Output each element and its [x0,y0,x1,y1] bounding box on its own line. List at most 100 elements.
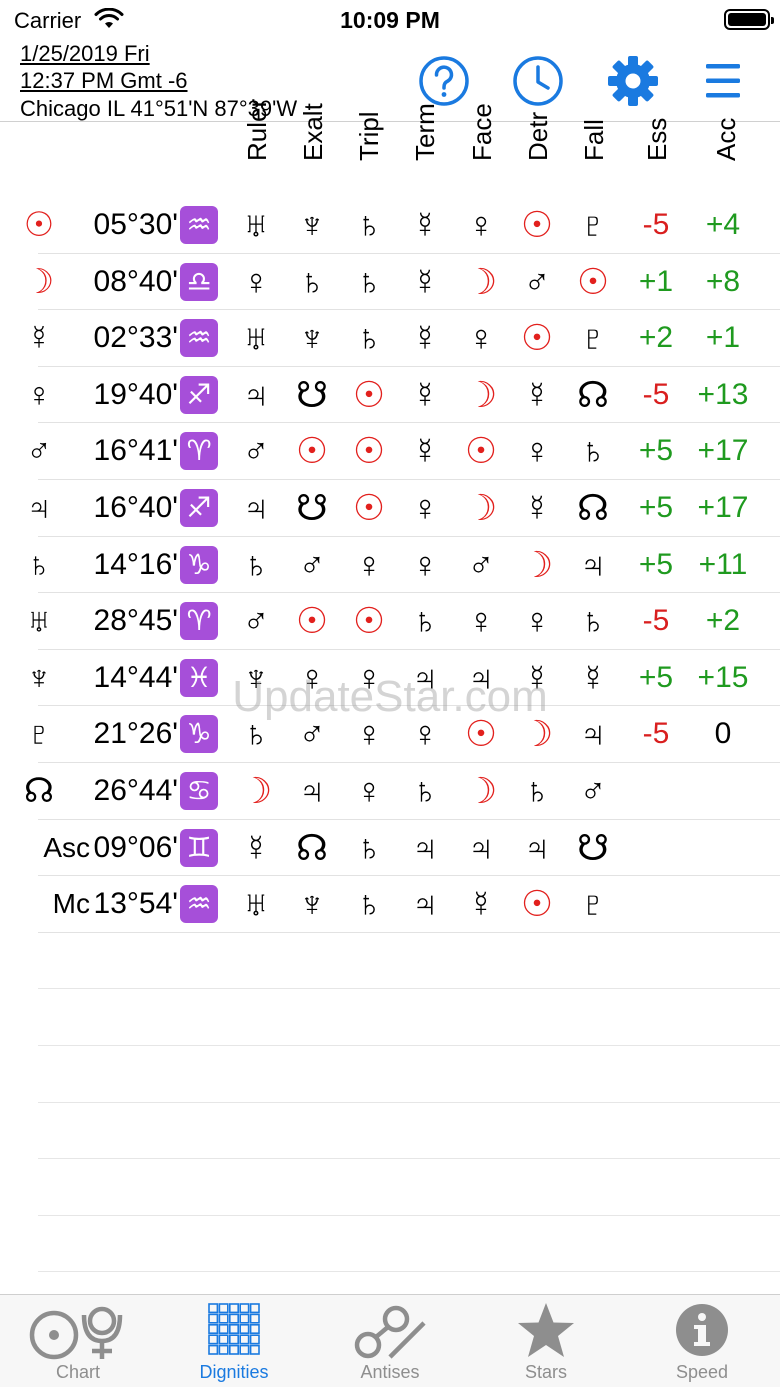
degree-value: 13°54' [93,887,178,921]
dignity-glyph-detr: ♀ [523,600,551,642]
dignity-glyph-face: ♀ [467,317,495,359]
dignity-glyph-fall: ♇ [579,204,607,245]
planet-glyph: ☿ [26,319,52,358]
clock-button[interactable] [511,54,565,108]
table-row[interactable]: ♇ 21°26' ♑ ♄ ♂ ♀ ♀ ☉ ☽ ♃ -5 0 [26,706,780,763]
dignity-glyph-term: ☿ [411,373,439,415]
tab-dignities[interactable]: Dignities [156,1295,312,1387]
degree-value: 05°30' [93,208,178,241]
table-row[interactable]: ☽ 08°40' ♎ ♀ ♄ ♄ ☿ ☽ ♂ ☉ +1 +8 [24,254,780,311]
table-row[interactable]: ☿ 02°33' ♒ ♅ ♆ ♄ ☿ ♀ ☉ ♇ +2 +1 [26,310,780,367]
empty-row [38,1216,780,1273]
table-row[interactable]: ☊ 26°44' ♋ ☽ ♃ ♀ ♄ ☽ ♄ ♂ [24,763,780,820]
dignity-glyph-detr: ♂ [523,260,551,302]
table-row[interactable]: ♄ 14°16' ♑ ♄ ♂ ♀ ♀ ♂ ☽ ♃ +5 +11 [26,537,780,594]
dignity-glyph-exalt: ♆ [298,883,326,925]
dignity-glyph-ruler: ♅ [242,883,270,925]
empty-row [38,989,780,1046]
dignity-glyph-ruler: ☽ [239,769,273,811]
dignity-glyph-face: ♀ [467,600,495,642]
dignity-glyph-fall: ♇ [579,317,607,359]
help-button[interactable] [417,54,471,108]
tab-chart[interactable]: Chart [0,1295,156,1387]
dignity-glyph-exalt: ♀ [298,656,326,698]
tab-stars[interactable]: Stars [468,1295,624,1387]
dignity-glyph-term: ♀ [411,543,439,585]
accidental-score: +8 [705,264,741,298]
dignity-glyph-fall: ♃ [579,543,607,585]
essential-score [623,876,689,932]
col-header-ruler: Ruler [242,98,272,161]
degree-value: 16°40' [93,490,178,524]
essential-score: +2 [638,321,674,355]
dignity-glyph-ruler: ♃ [242,373,270,415]
table-row[interactable]: ♃ 16°40' ♐ ♃ ☋ ☉ ♀ ☽ ☿ ☊ +5 +17 [26,480,780,537]
gear-icon [608,56,658,106]
planet-glyph: ♅ [26,602,52,641]
accidental-score [690,876,756,932]
tab-bar: Chart Dignities Antises Stars Speed [0,1294,780,1387]
dignity-glyph-tripl: ♄ [355,826,383,868]
zodiac-sign-icon: ♈ [180,432,218,471]
zodiac-sign-icon: ♐ [180,375,218,414]
dignity-glyph-ruler: ☿ [242,826,270,868]
degree-value: 28°45' [93,604,178,638]
degree-value: 02°33' [93,321,178,355]
table-row[interactable]: ☉ 05°30' ♒ ♅ ♆ ♄ ☿ ♀ ☉ ♇ -5 +4 [24,197,780,254]
dignity-glyph-face: ♃ [467,656,495,698]
empty-row [38,1103,780,1160]
table-row[interactable]: Asc 09°06' ♊ ☿ ☊ ♄ ♃ ♃ ♃ ☋ [38,820,780,877]
accidental-score: +15 [697,660,749,694]
planet-glyph: ☊ [23,771,55,810]
dignity-glyph-face: ☽ [464,260,498,302]
zodiac-sign-icon: ♊ [180,828,218,867]
dignity-glyph-fall: ♇ [579,883,607,925]
dignity-glyph-tripl: ☉ [352,486,386,528]
planet-glyph: ♃ [26,488,52,527]
table-row[interactable]: ♂ 16°41' ♈ ♂ ☉ ☉ ☿ ☉ ♀ ♄ +5 +17 [26,423,780,480]
menu-button[interactable] [696,54,750,108]
dignity-glyph-ruler: ♄ [242,713,270,755]
dignity-glyph-term: ♃ [411,826,439,868]
dignity-glyph-exalt: ☉ [295,600,329,642]
battery-icon [724,9,774,30]
dignities-table: ☉ 05°30' ♒ ♅ ♆ ♄ ☿ ♀ ☉ ♇ -5 +4 ☽ 08°40' ♎ ♀ ♄ ♄ ☿ ☽ ♂ ☉ +1 +8 ☿ 0… [0,197,780,1273]
dignity-glyph-face: ☽ [464,373,498,415]
table-row[interactable]: ♀ 19°40' ♐ ♃ ☋ ☉ ☿ ☽ ☿ ☊ -5 +13 [26,367,780,424]
settings-button[interactable] [606,54,660,108]
info-icon [676,1304,728,1356]
date-link[interactable]: 1/25/2019 Fri [20,40,150,68]
tab-antises[interactable]: Antises [312,1295,468,1387]
dignity-glyph-exalt: ♃ [298,769,326,811]
dignity-glyph-exalt: ☋ [296,373,328,415]
col-header-exalt: Exalt [298,103,328,161]
dignity-glyph-face: ☉ [464,713,498,755]
dignity-glyph-face: ♃ [467,826,495,868]
essential-score: -5 [642,377,670,411]
table-row[interactable]: Mc 13°54' ♒ ♅ ♆ ♄ ♃ ☿ ☉ ♇ [38,876,780,933]
table-row[interactable]: ♆ 14°44' ♓ ♆ ♀ ♀ ♃ ♃ ☿ ☿ +5 +15 [26,650,780,707]
degree-value: 08°40' [93,264,178,298]
dignity-glyph-face: ♀ [467,204,495,245]
dignity-glyph-face: ☽ [464,486,498,528]
degree-value: 16°41' [93,434,178,468]
degree-value: 14°16' [93,547,178,581]
table-row[interactable]: ♅ 28°45' ♈ ♂ ☉ ☉ ♄ ♀ ♀ ♄ -5 +2 [26,593,780,650]
planet-glyph: ♄ [26,545,52,584]
zodiac-sign-icon: ♑ [180,715,218,754]
dignity-glyph-detr: ☿ [523,373,551,415]
dignity-glyph-exalt: ♆ [298,204,326,245]
zodiac-sign-icon: ♓ [180,658,218,697]
tab-speed[interactable]: Speed [624,1295,780,1387]
col-header-ess: Ess [642,117,672,161]
dignity-glyph-detr: ♀ [523,430,551,472]
degree-value: 21°26' [93,717,178,751]
time-link[interactable]: 12:37 PM Gmt -6 [20,67,188,95]
col-header-fall: Fall [579,119,609,161]
dignity-glyph-tripl: ♀ [355,543,383,585]
planet-glyph: ☽ [23,262,55,301]
accidental-score: 0 [714,717,732,751]
dignity-glyph-tripl: ☉ [352,430,386,472]
dignity-glyph-detr: ☿ [523,486,551,528]
dignity-glyph-tripl: ☉ [352,373,386,415]
